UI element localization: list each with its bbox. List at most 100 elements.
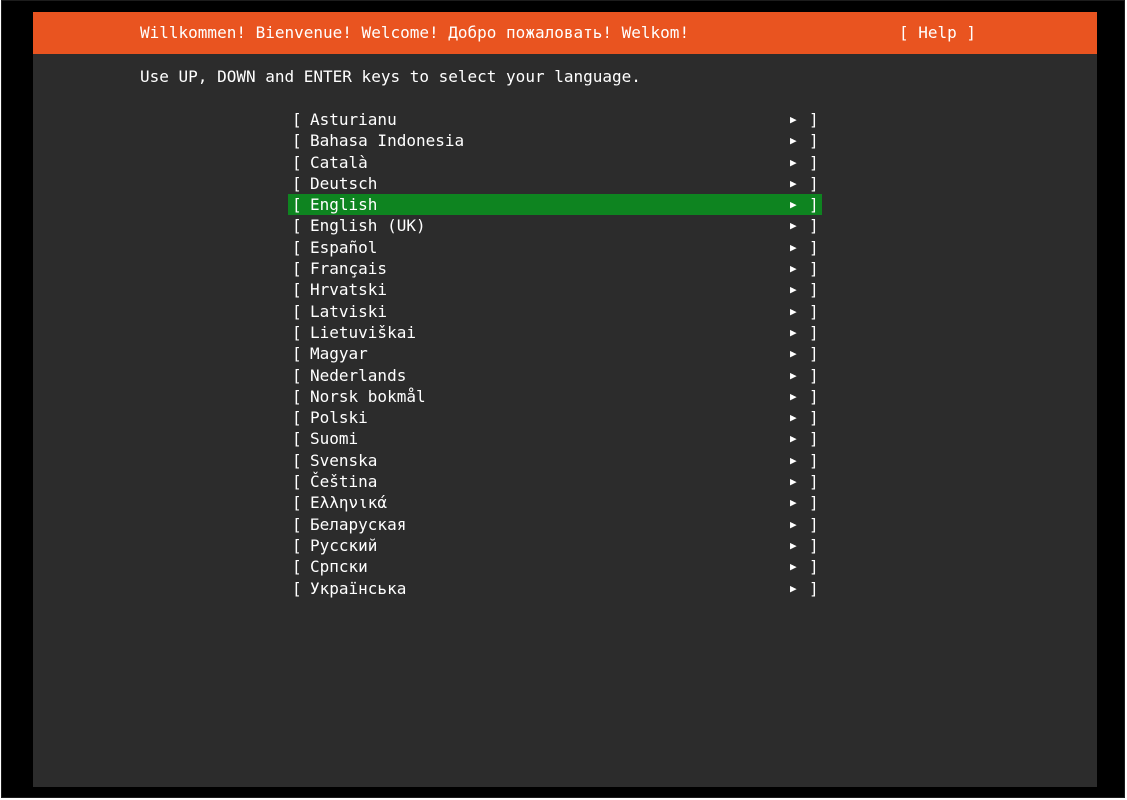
open-bracket: [	[292, 152, 302, 172]
language-label: Français	[310, 259, 388, 279]
close-bracket: ]	[809, 195, 819, 215]
language-option[interactable]: [ Español ▶]	[288, 237, 822, 258]
language-option[interactable]: [Deutsch ▶]	[288, 173, 822, 194]
language-option[interactable]: [Русский ▶]	[288, 535, 822, 556]
language-option[interactable]: [Čeština ▶]	[288, 471, 822, 492]
language-option[interactable]: [Ελληνικά ▶]	[288, 492, 822, 513]
open-bracket: [	[292, 535, 302, 555]
close-bracket: ]	[809, 152, 819, 172]
arrow-right-icon: ▶	[790, 389, 797, 403]
close-bracket: ]	[809, 429, 819, 449]
open-bracket: [	[292, 237, 302, 257]
language-label: Nederlands	[310, 365, 407, 385]
language-label: Español	[310, 237, 378, 257]
arrow-right-icon: ▶	[790, 176, 797, 190]
close-bracket: ]	[809, 110, 819, 129]
arrow-right-icon: ▶	[790, 538, 797, 552]
language-option[interactable]: [ Српски ▶]	[288, 556, 822, 577]
open-bracket: [	[292, 110, 302, 129]
language-label: English (UK)	[310, 216, 426, 236]
arrow-right-icon: ▶	[790, 517, 797, 531]
language-option[interactable]: [Suomi ▶]	[288, 428, 822, 449]
language-label: Čeština	[310, 472, 378, 492]
language-option[interactable]: [ Català ▶]	[288, 152, 822, 173]
arrow-right-icon: ▶	[790, 155, 797, 169]
help-button[interactable]: [ Help ]	[899, 23, 976, 43]
language-label: Српски	[310, 557, 368, 577]
language-option[interactable]: [ Polski ▶]	[288, 407, 822, 428]
close-bracket: ]	[809, 237, 819, 257]
language-option[interactable]: [ Nederlands ▶]	[288, 365, 822, 386]
language-label: Magyar	[310, 344, 368, 364]
open-bracket: [	[292, 429, 302, 449]
language-option[interactable]: [ Magyar ▶]	[288, 343, 822, 364]
close-bracket: ]	[809, 216, 819, 236]
language-option[interactable]: [Hrvatski ▶]	[288, 279, 822, 300]
language-option[interactable]: [English ▶]	[288, 194, 822, 216]
arrow-right-icon: ▶	[790, 240, 797, 254]
language-option[interactable]: [Norsk bokmål ▶]	[288, 386, 822, 407]
close-bracket: ]	[809, 450, 819, 470]
language-list: [ Asturianu ▶] [ Bahasa Indonesia ▶] [ Català ▶]…	[288, 109, 822, 599]
arrow-right-icon: ▶	[790, 560, 797, 574]
close-bracket: ]	[809, 557, 819, 577]
arrow-right-icon: ▶	[790, 283, 797, 297]
language-label: Asturianu	[310, 110, 397, 129]
open-bracket: [	[292, 280, 302, 300]
close-bracket: ]	[809, 408, 819, 428]
close-bracket: ]	[809, 365, 819, 385]
instruction-text: Use UP, DOWN and ENTER keys to select yo…	[140, 67, 641, 86]
language-label: Català	[310, 152, 368, 172]
language-label: Latviski	[310, 301, 388, 321]
arrow-right-icon: ▶	[790, 581, 797, 595]
language-label: Hrvatski	[310, 280, 388, 300]
close-bracket: ]	[809, 535, 819, 555]
open-bracket: [	[292, 514, 302, 534]
arrow-right-icon: ▶	[790, 219, 797, 233]
arrow-right-icon: ▶	[790, 368, 797, 382]
close-bracket: ]	[809, 173, 819, 193]
language-label: Suomi	[310, 429, 359, 449]
language-option[interactable]: [Беларуская ▶]	[288, 514, 822, 535]
open-bracket: [	[292, 578, 302, 598]
language-label: Polski	[310, 408, 368, 428]
language-label: Svenska	[310, 450, 378, 470]
language-label: Bahasa Indonesia	[310, 131, 465, 151]
open-bracket: [	[292, 173, 302, 193]
language-option[interactable]: [ Asturianu ▶]	[288, 109, 822, 130]
arrow-right-icon: ▶	[790, 453, 797, 467]
close-bracket: ]	[809, 301, 819, 321]
open-bracket: [	[292, 131, 302, 151]
language-label: Ελληνικά	[310, 493, 388, 513]
open-bracket: [	[292, 557, 302, 577]
close-bracket: ]	[809, 514, 819, 534]
installer-window: Willkommen! Bienvenue! Welcome! Добро по…	[1, 0, 1125, 798]
language-option[interactable]: [Français ▶]	[288, 258, 822, 279]
close-bracket: ]	[809, 131, 819, 151]
close-bracket: ]	[809, 472, 819, 492]
language-option[interactable]: [Latviski ▶]	[288, 301, 822, 322]
open-bracket: [	[292, 365, 302, 385]
close-bracket: ]	[809, 344, 819, 364]
open-bracket: [	[292, 216, 302, 236]
arrow-right-icon: ▶	[790, 411, 797, 425]
arrow-right-icon: ▶	[790, 113, 797, 126]
close-bracket: ]	[809, 578, 819, 598]
arrow-right-icon: ▶	[790, 198, 797, 212]
open-bracket: [	[292, 344, 302, 364]
open-bracket: [	[292, 322, 302, 342]
language-option[interactable]: [Svenska ▶]	[288, 450, 822, 471]
language-option[interactable]: [Bahasa Indonesia ▶]	[288, 130, 822, 151]
arrow-right-icon: ▶	[790, 496, 797, 510]
language-option[interactable]: [Lietuviškai ▶]	[288, 322, 822, 343]
language-label: Українська	[310, 578, 407, 598]
arrow-right-icon: ▶	[790, 347, 797, 361]
close-bracket: ]	[809, 386, 819, 406]
open-bracket: [	[292, 408, 302, 428]
language-option[interactable]: [ Українська ▶]	[288, 578, 822, 599]
arrow-right-icon: ▶	[790, 262, 797, 276]
welcome-title: Willkommen! Bienvenue! Welcome! Добро по…	[140, 23, 690, 42]
close-bracket: ]	[809, 322, 819, 342]
language-option[interactable]: [ English (UK) ▶]	[288, 215, 822, 236]
language-label: English	[310, 195, 378, 215]
